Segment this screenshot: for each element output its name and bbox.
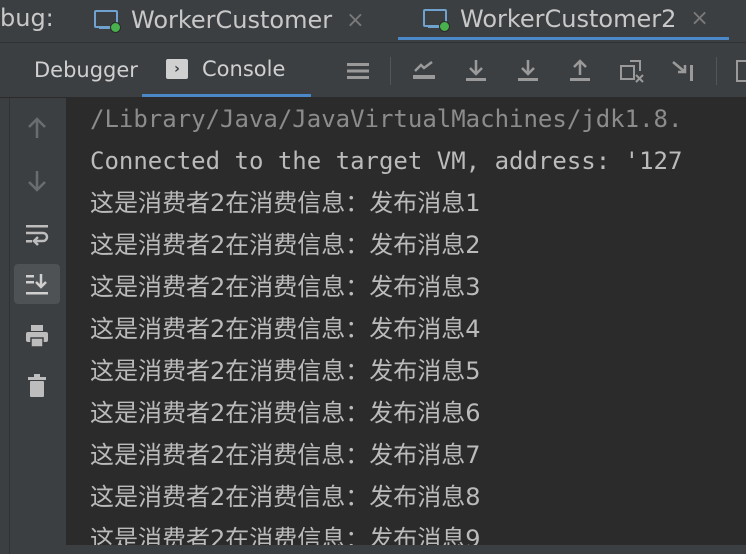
- print-icon[interactable]: [14, 316, 60, 356]
- run-tab-label: WorkerCustomer2: [460, 4, 677, 33]
- console-line: 这是消费者2在消费信息：发布消息8: [90, 483, 481, 511]
- application-monitor-icon: [93, 9, 121, 33]
- run-to-cursor-icon[interactable]: [670, 57, 698, 85]
- horizontal-scrollbar[interactable]: [66, 545, 746, 554]
- console-line: 这是消费者2在消费信息：发布消息2: [90, 231, 481, 259]
- tab-debugger[interactable]: Debugger: [34, 43, 138, 97]
- trash-icon[interactable]: [14, 366, 60, 406]
- debug-tool-window: bug: WorkerCustomer × WorkerCustomer2 × …: [0, 0, 746, 554]
- console-line: 这是消费者2在消费信息：发布消息3: [90, 273, 481, 301]
- step-over-icon[interactable]: [462, 57, 490, 85]
- run-tab-workercustomer[interactable]: WorkerCustomer ×: [93, 0, 365, 40]
- menu-icon[interactable]: [344, 57, 372, 85]
- drop-frame-icon[interactable]: [618, 57, 646, 85]
- run-tab-workercustomer2[interactable]: WorkerCustomer2 ×: [398, 0, 729, 40]
- evaluate-icon[interactable]: [734, 57, 746, 85]
- console-line-connected: Connected to the target VM, address: '12…: [90, 147, 683, 175]
- console-icon: ›: [166, 58, 188, 79]
- run-tabs-bar: bug: WorkerCustomer × WorkerCustomer2 ×: [0, 0, 746, 43]
- tab-debugger-label: Debugger: [34, 58, 138, 82]
- step-out-icon[interactable]: [566, 57, 594, 85]
- close-icon[interactable]: ×: [690, 6, 708, 31]
- window-edge-strip: [0, 43, 10, 554]
- console-line: 这是消费者2在消费信息：发布消息1: [90, 189, 481, 217]
- console-line: 这是消费者2在消费信息：发布消息5: [90, 357, 481, 385]
- console-output[interactable]: /Library/Java/JavaVirtualMachines/jdk1.8…: [66, 98, 746, 554]
- debug-window-title: bug:: [0, 4, 54, 32]
- console-line: 这是消费者2在消费信息：发布消息4: [90, 315, 481, 343]
- step-into-icon[interactable]: [514, 57, 542, 85]
- close-icon[interactable]: ×: [346, 8, 364, 33]
- soft-wrap-icon[interactable]: [14, 214, 60, 254]
- scroll-to-end-icon[interactable]: [14, 264, 60, 304]
- show-execution-point-icon[interactable]: [410, 57, 438, 85]
- run-tab-label: WorkerCustomer: [131, 6, 333, 34]
- tab-console-label: Console: [202, 56, 286, 81]
- console-line: 这是消费者2在消费信息：发布消息7: [90, 441, 481, 469]
- tab-console[interactable]: › Console: [142, 43, 312, 97]
- debug-tabs-bar: Debugger › Console: [0, 43, 746, 98]
- console-line: 这是消费者2在消费信息：发布消息6: [90, 399, 481, 427]
- console-actions-toolbar: [10, 98, 66, 554]
- application-monitor-icon: [422, 8, 450, 32]
- down-arrow-icon[interactable]: [14, 161, 60, 201]
- up-arrow-icon[interactable]: [14, 108, 60, 148]
- console-line-java-path: /Library/Java/JavaVirtualMachines/jdk1.8…: [90, 105, 683, 133]
